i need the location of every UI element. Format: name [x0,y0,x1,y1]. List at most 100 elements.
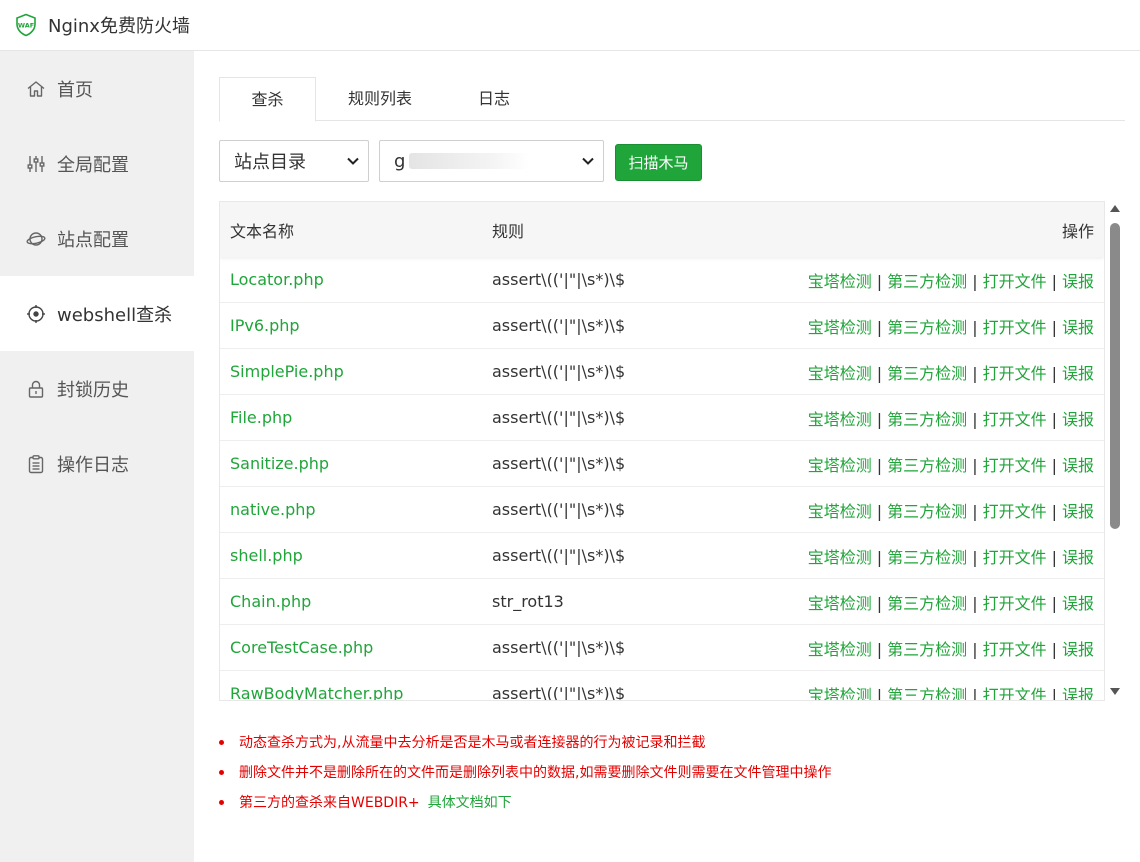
sidebar-item-label: 站点配置 [57,229,129,251]
sidebar-item-home[interactable]: 首页 [0,51,194,126]
ops-cell: 宝塔检测 | 第三方检测 | 打开文件 | 误报 [742,406,1104,430]
false-positive-link[interactable]: 误报 [1062,502,1094,521]
sidebar-item-global-config[interactable]: 全局配置 [0,126,194,201]
table-scrollbar[interactable] [1109,201,1121,701]
third-party-check-link[interactable]: 第三方检测 [887,594,967,613]
logo-text: WAF [18,22,34,30]
false-positive-link[interactable]: 误报 [1062,640,1094,659]
third-party-check-link[interactable]: 第三方检测 [887,502,967,521]
file-name-link[interactable]: IPv6.php [220,316,492,335]
third-party-check-link[interactable]: 第三方检测 [887,640,967,659]
open-file-link[interactable]: 打开文件 [983,410,1047,429]
file-name-link[interactable]: RawBodyMatcher.php [220,684,492,700]
tab-log[interactable]: 日志 [459,77,529,121]
third-party-check-link[interactable]: 第三方检测 [887,548,967,567]
false-positive-link[interactable]: 误报 [1062,594,1094,613]
false-positive-link[interactable]: 误报 [1062,364,1094,383]
bullet-icon [219,739,224,745]
open-file-link[interactable]: 打开文件 [983,364,1047,383]
bt-check-link[interactable]: 宝塔检测 [808,686,872,701]
false-positive-link[interactable]: 误报 [1062,410,1094,429]
file-name-link[interactable]: Sanitize.php [220,454,492,473]
scroll-thumb[interactable] [1110,223,1120,529]
separator: | [876,455,883,475]
sidebar-item-label: 全局配置 [57,154,129,176]
open-file-link[interactable]: 打开文件 [983,502,1047,521]
scroll-up-arrow-icon[interactable] [1110,205,1120,212]
third-party-check-link[interactable]: 第三方检测 [887,410,967,429]
open-file-link[interactable]: 打开文件 [983,272,1047,291]
docs-link[interactable]: 具体文档如下 [428,792,512,812]
false-positive-link[interactable]: 误报 [1062,548,1094,567]
sidebar-item-block-history[interactable]: 封锁历史 [0,351,194,426]
sidebar-item-webshell[interactable]: webshell查杀 [0,276,194,351]
separator: | [972,639,978,659]
directory-select-value: 站点目录 [234,152,306,173]
open-file-link[interactable]: 打开文件 [983,456,1047,475]
bt-check-link[interactable]: 宝塔检测 [808,502,872,521]
third-party-check-link[interactable]: 第三方检测 [887,272,967,291]
open-file-link[interactable]: 打开文件 [983,640,1047,659]
scan-trojan-button[interactable]: 扫描木马 [615,144,702,181]
chevron-down-icon [347,157,359,165]
separator: | [972,593,978,613]
third-party-check-link[interactable]: 第三方检测 [887,364,967,383]
tab-scan[interactable]: 查杀 [219,77,316,122]
bt-check-link[interactable]: 宝塔检测 [808,548,872,567]
sidebar-item-operation-log[interactable]: 操作日志 [0,426,194,501]
waf-shield-icon: WAF [14,13,38,37]
false-positive-link[interactable]: 误报 [1062,272,1094,291]
planet-icon [25,228,47,250]
file-name-link[interactable]: Chain.php [220,592,492,611]
separator: | [1051,547,1057,567]
sliders-icon [25,153,47,175]
directory-select[interactable]: 站点目录 [219,140,369,182]
separator: | [876,547,883,567]
app-title: Nginx免费防火墙 [48,16,190,37]
bt-check-link[interactable]: 宝塔检测 [808,364,872,383]
bt-check-link[interactable]: 宝塔检测 [808,594,872,613]
sidebar-item-site-config[interactable]: 站点配置 [0,201,194,276]
file-name-link[interactable]: CoreTestCase.php [220,638,492,657]
file-name-link[interactable]: File.php [220,408,492,427]
false-positive-link[interactable]: 误报 [1062,456,1094,475]
open-file-link[interactable]: 打开文件 [983,686,1047,701]
open-file-link[interactable]: 打开文件 [983,318,1047,337]
table-row: Locator.php assert\(('|"|\s*)\$ 宝塔检测 | 第三方检测… [220,257,1104,303]
bullet-icon [219,769,224,775]
bt-check-link[interactable]: 宝塔检测 [808,640,872,659]
third-party-check-link[interactable]: 第三方检测 [887,318,967,337]
third-party-check-link[interactable]: 第三方检测 [887,456,967,475]
note-item: 第三方的查杀来自WEBDIR+ 具体文档如下 [219,787,831,817]
note-item: 动态查杀方式为,从流量中去分析是否是木马或者连接器的行为被记录和拦截 [219,727,831,757]
false-positive-link[interactable]: 误报 [1062,686,1094,701]
bt-check-link[interactable]: 宝塔检测 [808,410,872,429]
rule-cell: assert\(('|"|\s*)\$ [492,362,626,381]
file-name-link[interactable]: SimplePie.php [220,362,492,381]
file-name-link[interactable]: shell.php [220,546,492,565]
sidebar: 首页 全局配置 站点配置 webshell查杀 封锁历史 操作日志 [0,51,194,862]
bt-check-link[interactable]: 宝塔检测 [808,456,872,475]
table-body: Locator.php assert\(('|"|\s*)\$ 宝塔检测 | 第三方检测… [220,257,1104,701]
scroll-down-arrow-icon[interactable] [1110,688,1120,695]
third-party-check-link[interactable]: 第三方检测 [887,686,967,701]
rule-cell: assert\(('|"|\s*)\$ [492,638,626,657]
separator: | [1051,455,1057,475]
separator: | [1051,685,1057,701]
lock-icon [25,378,47,400]
file-name-link[interactable]: Locator.php [220,270,492,289]
site-select[interactable]: g [379,140,604,182]
separator: | [876,639,883,659]
table-row: Sanitize.php assert\(('|"|\s*)\$ 宝塔检测 | 第三方检… [220,441,1104,487]
bt-check-link[interactable]: 宝塔检测 [808,318,872,337]
table-row: RawBodyMatcher.php assert\(('|"|\s*)\$ 宝塔检… [220,671,1104,701]
rule-cell: assert\(('|"|\s*)\$ [492,684,626,701]
false-positive-link[interactable]: 误报 [1062,318,1094,337]
open-file-link[interactable]: 打开文件 [983,594,1047,613]
file-name-link[interactable]: native.php [220,500,492,519]
notes-list: 动态查杀方式为,从流量中去分析是否是木马或者连接器的行为被记录和拦截 删除文件并… [219,727,831,817]
bt-check-link[interactable]: 宝塔检测 [808,272,872,291]
separator: | [876,363,883,383]
tab-rule-list[interactable]: 规则列表 [331,77,429,121]
open-file-link[interactable]: 打开文件 [983,548,1047,567]
